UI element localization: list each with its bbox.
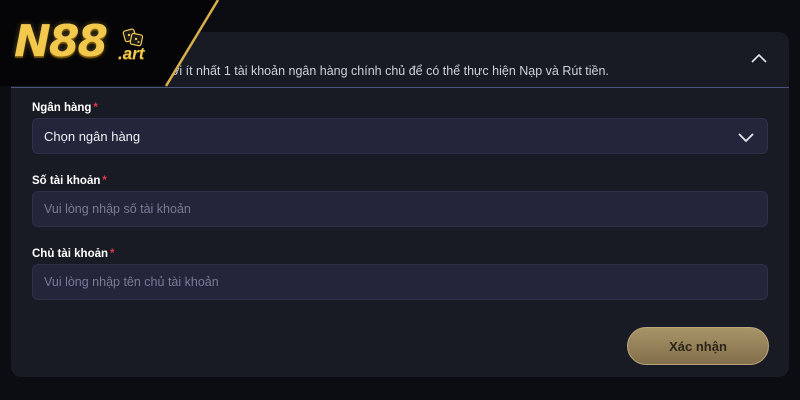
bank-select-value: Chọn ngân hàng: [44, 129, 141, 144]
account-number-field[interactable]: Vui lòng nhập số tài khoản: [32, 191, 768, 227]
account-number-placeholder: Vui lòng nhập số tài khoản: [44, 202, 191, 216]
chevron-up-icon[interactable]: [749, 50, 769, 66]
required-mark: *: [102, 175, 107, 187]
required-mark: *: [110, 248, 115, 260]
bank-label: Ngân hàng *: [32, 102, 98, 114]
submit-button[interactable]: Xác nhận: [627, 327, 769, 365]
account-number-label: Số tài khoản *: [32, 175, 107, 187]
chevron-down-icon[interactable]: [737, 130, 755, 144]
account-holder-placeholder: Vui lòng nhập tên chủ tài khoản: [44, 275, 219, 289]
account-holder-field[interactable]: Vui lòng nhập tên chủ tài khoản: [32, 264, 768, 300]
logo-domain: .art: [118, 44, 145, 63]
bank-select[interactable]: Chọn ngân hàng: [32, 118, 768, 154]
required-mark: *: [93, 102, 98, 114]
logo-text: N88: [14, 16, 108, 67]
account-holder-label: Chủ tài khoản *: [32, 248, 115, 260]
logo[interactable]: N88 .art: [0, 0, 230, 92]
